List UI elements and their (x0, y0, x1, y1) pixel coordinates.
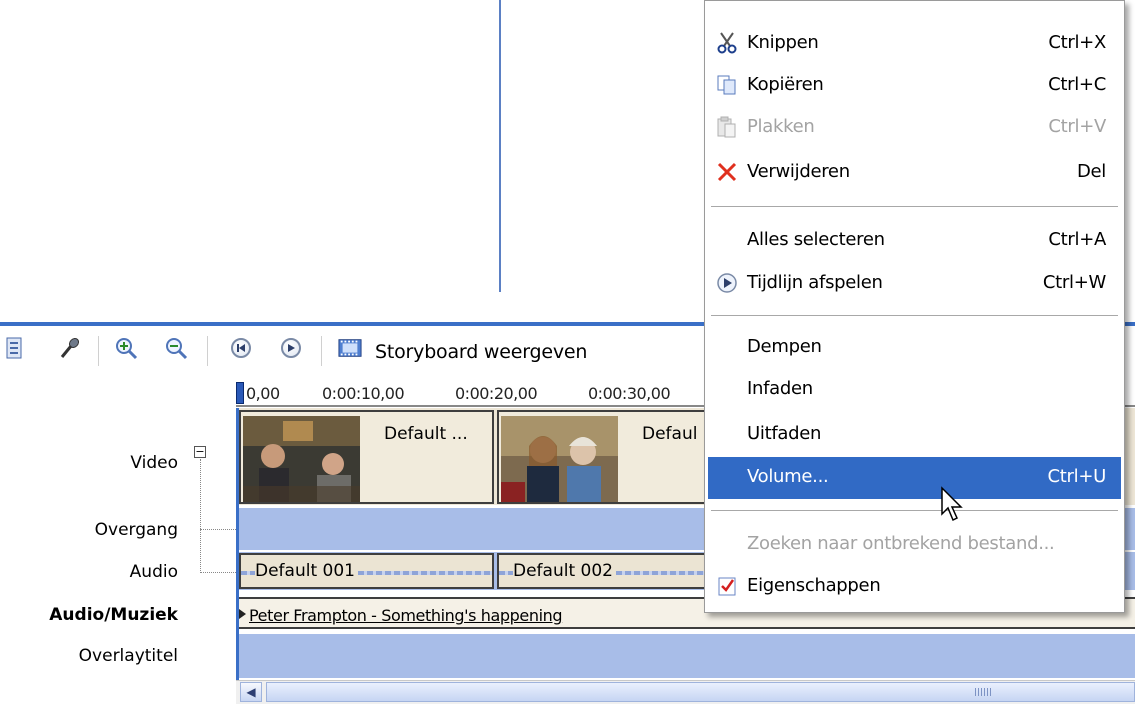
menu-item-label: Dempen (747, 336, 822, 357)
video-clip-thumbnail (243, 416, 360, 502)
track-left-border (236, 408, 239, 680)
menu-item-label: Verwijderen (747, 161, 850, 182)
tree-connector (200, 572, 236, 573)
scrollbar-thumb[interactable] (266, 682, 1135, 702)
ruler-tick-label: 0:00:30,00 (588, 384, 671, 403)
scissors-icon (715, 31, 739, 55)
menu-item-label: Volume... (747, 466, 829, 487)
properties-check-icon (715, 574, 739, 598)
menu-item-fade-out[interactable]: Uitfaden (705, 414, 1124, 454)
menu-item-play-timeline[interactable]: Tijdlijn afspelen Ctrl+W (705, 263, 1124, 303)
menu-item-shortcut: Ctrl+A (1048, 229, 1106, 250)
menu-item-find-missing-file[interactable]: Zoeken naar ontbrekend bestand... (705, 524, 1124, 564)
set-audio-levels-icon[interactable] (2, 336, 26, 360)
menu-item-shortcut: Ctrl+V (1048, 116, 1106, 137)
delete-x-icon (715, 160, 739, 184)
copy-icon (715, 73, 739, 97)
menu-item-label: Infaden (747, 378, 813, 399)
scroll-left-arrow-icon[interactable]: ◀ (240, 682, 262, 702)
menu-item-paste[interactable]: Plakken Ctrl+V (705, 107, 1124, 147)
menu-item-shortcut: Ctrl+U (1047, 466, 1107, 487)
audio-clip[interactable]: Default 001 (239, 553, 494, 589)
scrollbar-grip (975, 688, 991, 696)
menu-item-shortcut: Ctrl+W (1042, 272, 1106, 293)
audio-clip[interactable]: Default 002 (497, 553, 707, 589)
zoom-out-icon[interactable] (164, 336, 188, 360)
menu-item-volume[interactable]: Volume... Ctrl+U (708, 457, 1121, 499)
menu-separator (711, 510, 1118, 511)
toolbar-separator (207, 336, 208, 366)
track-label-overlay-title: Overlaytitel (78, 646, 178, 666)
clip-start-arrow-icon (239, 609, 246, 619)
overlay-title-track[interactable] (236, 634, 1135, 678)
video-clip[interactable]: Default ... (239, 410, 494, 504)
track-label-audio: Audio (129, 562, 178, 582)
storyboard-button-label[interactable]: Storyboard weergeven (375, 341, 587, 363)
menu-separator (711, 206, 1118, 207)
audio-clip-title: Default 002 (513, 561, 616, 581)
rewind-timeline-icon[interactable] (229, 336, 253, 360)
playhead-marker[interactable] (236, 382, 244, 404)
track-label-video: Video (130, 453, 178, 473)
track-label-audio-music: Audio/Muziek (49, 605, 178, 625)
ruler-tick-label: 0,00 (246, 384, 280, 403)
menu-item-properties[interactable]: Eigenschappen (705, 566, 1124, 606)
menu-item-label: Alles selecteren (747, 229, 885, 250)
video-clip[interactable]: Defaul (497, 410, 707, 504)
toolbar-separator (321, 336, 322, 366)
track-label-transition: Overgang (94, 520, 178, 540)
menu-item-shortcut: Ctrl+X (1048, 32, 1106, 53)
tree-connector (200, 529, 236, 530)
storyboard-filmstrip-icon[interactable] (338, 336, 362, 360)
tree-connector (200, 459, 201, 573)
play-circle-icon (715, 271, 739, 295)
menu-item-label: Eigenschappen (747, 575, 881, 596)
zoom-in-icon[interactable] (114, 336, 138, 360)
menu-item-label: Uitfaden (747, 423, 822, 444)
video-clip-title: Default ... (384, 424, 468, 444)
menu-item-copy[interactable]: Kopiëren Ctrl+C (705, 65, 1124, 105)
menu-item-label: Knippen (747, 32, 819, 53)
menu-item-shortcut: Ctrl+C (1048, 74, 1106, 95)
music-clip-title: Peter Frampton - Something's happening (249, 606, 563, 625)
ruler-tick-label: 0:00:20,00 (455, 384, 538, 403)
menu-item-label: Plakken (747, 116, 815, 137)
context-menu: Knippen Ctrl+X Kopiëren Ctrl+C Plakken C… (704, 0, 1125, 613)
menu-item-cut[interactable]: Knippen Ctrl+X (705, 23, 1124, 63)
paste-icon (715, 115, 739, 139)
mouse-pointer-icon (940, 486, 968, 530)
narrate-microphone-icon[interactable] (58, 336, 82, 360)
ruler-tick-label: 0:00:10,00 (322, 384, 405, 403)
menu-item-label: Tijdlijn afspelen (747, 272, 883, 293)
menu-item-shortcut: Del (1076, 161, 1106, 182)
toolbar-separator (98, 336, 99, 366)
menu-item-delete[interactable]: Verwijderen Del (705, 152, 1124, 192)
menu-item-fade-in[interactable]: Infaden (705, 369, 1124, 409)
menu-item-mute[interactable]: Dempen (705, 327, 1124, 367)
video-clip-thumbnail (501, 416, 618, 502)
video-clip-title: Defaul (642, 424, 698, 444)
menu-item-label: Kopiëren (747, 74, 824, 95)
play-timeline-icon[interactable] (279, 336, 303, 360)
menu-separator (711, 315, 1118, 316)
audio-clip-title: Default 001 (255, 561, 358, 581)
menu-item-label: Zoeken naar ontbrekend bestand... (747, 533, 1055, 554)
collapse-video-toggle[interactable]: − (194, 446, 206, 458)
menu-item-select-all[interactable]: Alles selecteren Ctrl+A (705, 220, 1124, 260)
preview-divider (499, 0, 501, 292)
